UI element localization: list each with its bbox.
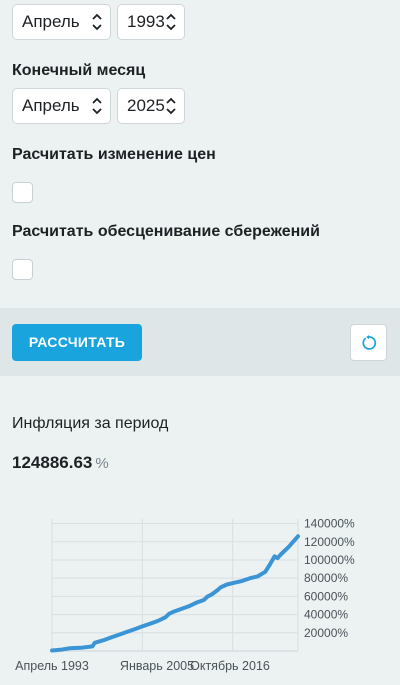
y-tick-label: 140000% [304, 517, 355, 531]
inflation-series-line [50, 534, 300, 653]
x-tick-label: Январь 2005 [120, 659, 194, 673]
refresh-icon [362, 335, 377, 350]
y-tick-label: 60000% [304, 589, 348, 603]
calculator-form: Апрель 1993 Конечный месяц Апрель 2025 Р… [0, 0, 400, 308]
savings-checkbox[interactable] [12, 259, 33, 280]
action-bar: РАССЧИТАТЬ [0, 308, 400, 376]
end-month-select[interactable]: Апрель [12, 88, 111, 124]
calculate-button[interactable]: РАССЧИТАТЬ [12, 324, 142, 361]
y-tick-label: 80000% [304, 571, 348, 585]
start-year-select[interactable]: 1993 [117, 4, 185, 40]
y-tick-label: 120000% [304, 535, 355, 549]
end-year-value: 2025 [127, 96, 165, 115]
end-month-value: Апрель [22, 96, 80, 115]
end-year-select[interactable]: 2025 [117, 88, 185, 124]
inflation-chart: 20000% 40000% 60000% 80000% 100000% 120000% 14… [15, 517, 355, 673]
chevron-updown-icon [166, 13, 176, 31]
result-label: Инфляция за период [12, 415, 169, 432]
result-value-row: 124886.63% [12, 453, 109, 473]
chevron-updown-icon [92, 97, 102, 115]
end-month-label: Конечный месяц [12, 62, 146, 79]
reset-button[interactable] [350, 324, 387, 361]
result-panel: Инфляция за период 124886.63% 20000% 4000… [0, 376, 400, 685]
start-year-value: 1993 [127, 12, 165, 31]
savings-label: Расчитать обесценивание сбережений [12, 223, 320, 240]
result-unit: % [95, 455, 109, 472]
price-change-checkbox[interactable] [12, 182, 33, 203]
price-change-label: Расчитать изменение цен [12, 146, 216, 163]
y-tick-label: 100000% [304, 553, 355, 567]
result-value: 124886.63 [12, 453, 93, 472]
y-tick-label: 20000% [304, 626, 348, 640]
start-month-select[interactable]: Апрель [12, 4, 111, 40]
start-month-value: Апрель [22, 12, 80, 31]
chevron-updown-icon [166, 97, 176, 115]
x-tick-label: Апрель 1993 [15, 659, 89, 673]
y-tick-label: 40000% [304, 608, 348, 622]
x-tick-label: Октябрь 2016 [190, 659, 270, 673]
chevron-updown-icon [92, 13, 102, 31]
